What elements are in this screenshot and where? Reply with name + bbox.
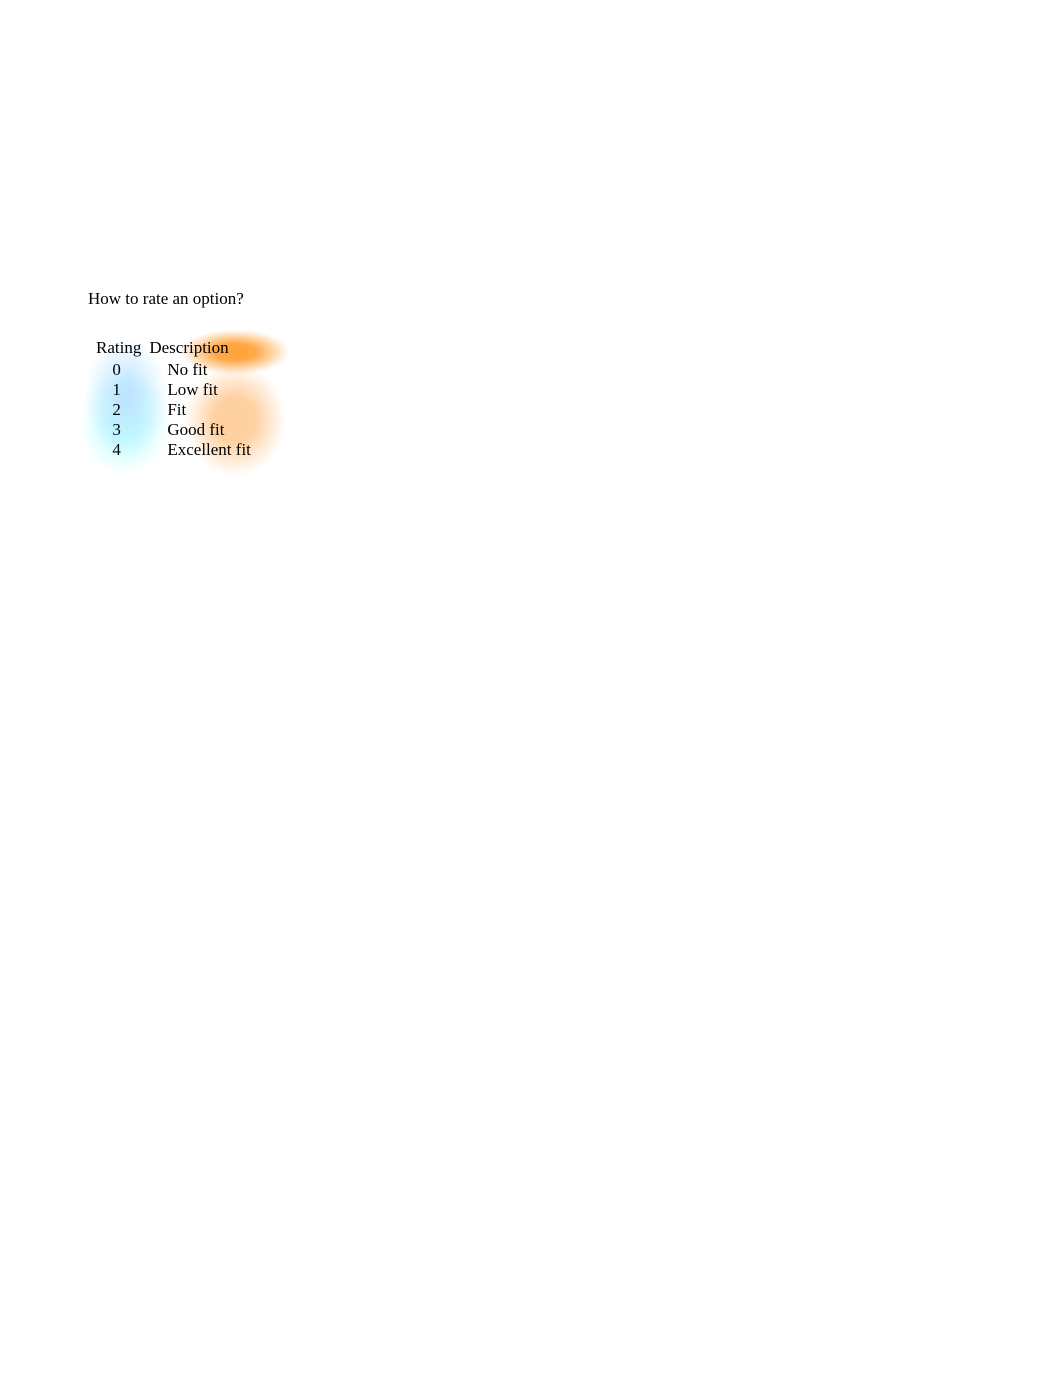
rating-value: 1 (88, 380, 145, 400)
rating-description: Good fit (145, 420, 255, 440)
rating-value: 2 (88, 400, 145, 420)
rating-table: Rating Description 0 No fit 1 Low fit 2 … (88, 337, 255, 460)
table-row: 2 Fit (88, 400, 255, 420)
heading: How to rate an option? (88, 289, 255, 309)
table-row: 1 Low fit (88, 380, 255, 400)
rating-value: 0 (88, 360, 145, 380)
table-header-row: Rating Description (88, 337, 255, 360)
rating-description: No fit (145, 360, 255, 380)
table-row: 4 Excellent fit (88, 440, 255, 460)
rating-description: Fit (145, 400, 255, 420)
rating-description: Excellent fit (145, 440, 255, 460)
table-row: 0 No fit (88, 360, 255, 380)
col-header-description: Description (145, 337, 255, 360)
rating-value: 3 (88, 420, 145, 440)
table-row: 3 Good fit (88, 420, 255, 440)
rating-description: Low fit (145, 380, 255, 400)
rating-value: 4 (88, 440, 145, 460)
rating-table-wrapper: Rating Description 0 No fit 1 Low fit 2 … (88, 337, 255, 460)
col-header-rating: Rating (88, 337, 145, 360)
